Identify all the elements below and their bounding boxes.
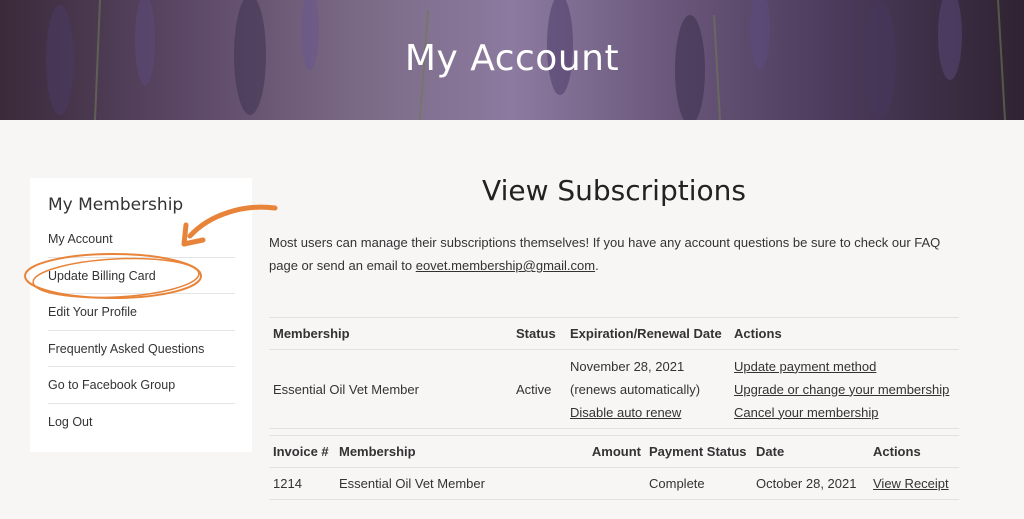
invoice-membership: Essential Oil Vet Member	[335, 467, 521, 500]
sidebar-item-update-billing-card[interactable]: Update Billing Card	[48, 258, 235, 295]
expiration-date: November 28, 2021	[570, 358, 685, 374]
subscription-actions: Update payment method Upgrade or change …	[730, 349, 959, 429]
column-header-membership: Membership	[269, 317, 512, 350]
section-title: View Subscriptions	[482, 174, 746, 207]
view-receipt-link[interactable]: View Receipt	[873, 476, 949, 491]
sidebar-item-edit-profile[interactable]: Edit Your Profile	[48, 294, 235, 331]
table-row: 1214 Essential Oil Vet Member Complete O…	[269, 467, 959, 500]
renew-note: (renews automatically)	[570, 381, 701, 397]
subscription-status: Active	[512, 349, 566, 429]
column-header-expiration: Expiration/Renewal Date	[566, 317, 730, 350]
sidebar-item-my-account[interactable]: My Account	[48, 221, 235, 258]
invoice-number: 1214	[269, 467, 335, 500]
sidebar-item-facebook-group[interactable]: Go to Facebook Group	[48, 367, 235, 404]
email-link[interactable]: eovet.membership@gmail.com	[416, 258, 595, 273]
sidebar-item-log-out[interactable]: Log Out	[48, 404, 235, 441]
column-header-membership: Membership	[335, 435, 521, 468]
invoice-status: Complete	[645, 467, 752, 500]
subscription-membership: Essential Oil Vet Member	[269, 349, 512, 429]
invoices-table: Invoice # Membership Amount Payment Stat…	[269, 435, 959, 500]
hero-banner: My Account	[0, 0, 1024, 120]
disable-auto-renew-link[interactable]: Disable auto renew	[570, 405, 681, 420]
intro-end: .	[595, 258, 599, 273]
table-row: Essential Oil Vet Member Active November…	[269, 349, 959, 429]
column-header-actions: Actions	[730, 317, 959, 350]
invoice-amount	[521, 467, 645, 500]
page-title: My Account	[404, 38, 620, 79]
intro-paragraph: Most users can manage their subscription…	[269, 231, 969, 277]
column-header-date: Date	[752, 435, 869, 468]
column-header-actions: Actions	[869, 435, 959, 468]
intro-text: Most users can manage their subscription…	[269, 235, 941, 273]
sidebar-title: My Membership	[48, 195, 184, 215]
invoice-date: October 28, 2021	[752, 467, 869, 500]
column-header-payment-status: Payment Status	[645, 435, 752, 468]
subscriptions-table: Membership Status Expiration/Renewal Dat…	[269, 317, 959, 429]
column-header-status: Status	[512, 317, 566, 350]
upgrade-membership-link[interactable]: Upgrade or change your membership	[734, 382, 949, 397]
update-payment-method-link[interactable]: Update payment method	[734, 359, 876, 374]
membership-sidebar: My Membership My Account Update Billing …	[30, 178, 252, 452]
sidebar-menu: My Account Update Billing Card Edit Your…	[48, 221, 235, 441]
subscription-dates: November 28, 2021 (renews automatically)…	[566, 349, 730, 429]
column-header-invoice: Invoice #	[269, 435, 335, 468]
sidebar-item-faq[interactable]: Frequently Asked Questions	[48, 331, 235, 368]
cancel-membership-link[interactable]: Cancel your membership	[734, 405, 879, 420]
column-header-amount: Amount	[521, 435, 645, 468]
